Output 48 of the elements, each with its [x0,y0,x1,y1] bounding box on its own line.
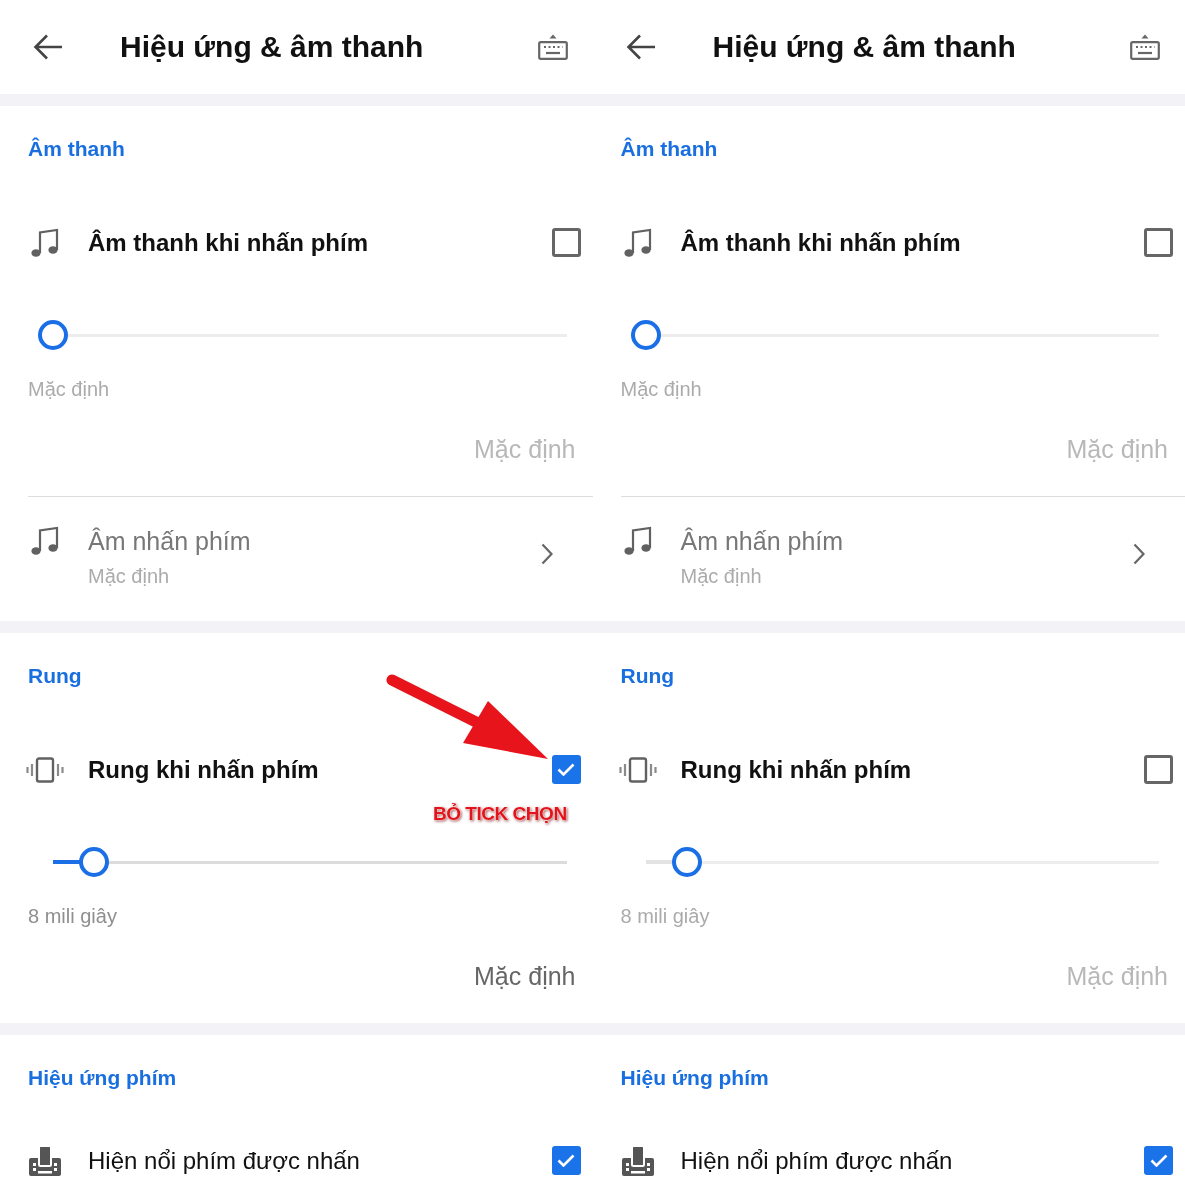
screen-title: Hiệu ứng & âm thanh [712,29,1017,65]
music-note-icon [623,526,652,556]
back-icon[interactable] [33,34,63,60]
checkbox[interactable] [551,1146,581,1175]
section-title: Hiệu ứng phím [620,1065,769,1091]
setting-label: Rung khi nhấn phím [680,754,913,785]
checkbox[interactable] [1144,1146,1173,1175]
section-title: Âm thanh [620,136,718,162]
section-title: Âm thanh [28,136,125,162]
chevron-right-icon [540,543,553,565]
annotation-label: BỎ TICK CHỌN [433,802,567,826]
section-title: Rung [28,663,82,689]
keyboard-key-icon [621,1145,654,1176]
setting-label: Âm thanh khi nhấn phím [88,227,369,258]
slider-value: 8 mili giây [620,904,710,928]
check-icon [557,763,575,776]
keyboard-key-icon [29,1145,61,1176]
keyboard-icon[interactable] [1130,34,1160,60]
setting-label: Hiện nổi phím được nhấn [680,1145,954,1176]
checkbox[interactable] [1144,228,1173,257]
chevron-right-icon [1133,543,1145,565]
checkbox[interactable] [551,228,581,257]
setting-value: Mặc định [88,564,171,588]
setting-value: Mặc định [680,564,763,588]
slider-value: Mặc định [28,377,110,401]
check-icon [1149,1154,1168,1167]
slider-thumb[interactable] [79,847,110,877]
setting-label: Âm nhấn phím [680,526,845,556]
music-note-icon [623,227,652,258]
section-title: Hiệu ứng phím [28,1065,177,1091]
setting-label: Âm nhấn phím [88,526,252,556]
reset-button[interactable]: Mặc định [474,960,576,991]
vibrate-icon [26,756,64,783]
slider-value: 8 mili giây [28,904,117,928]
setting-label: Âm thanh khi nhấn phím [680,227,962,258]
music-note-icon [31,526,59,556]
checkbox[interactable] [1144,755,1173,784]
section-title: Rung [620,663,675,689]
screen-title: Hiệu ứng & âm thanh [120,29,425,65]
checkbox[interactable] [551,755,581,784]
keyboard-icon[interactable] [537,34,568,60]
music-note-icon [31,227,59,258]
setting-label: Hiện nổi phím được nhấn [88,1145,361,1176]
back-icon[interactable] [625,34,656,60]
vibrate-icon [618,756,657,783]
setting-label: Rung khi nhấn phím [88,754,320,785]
slider-value: Mặc định [620,377,702,401]
check-icon [557,1154,575,1167]
